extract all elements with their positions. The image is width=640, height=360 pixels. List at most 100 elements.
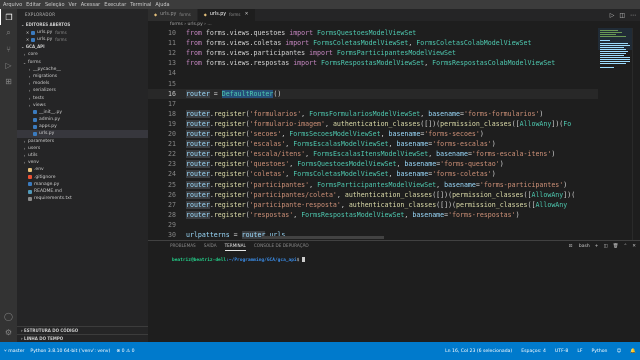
file-item[interactable]: admin.py [17,116,148,123]
outline-header[interactable]: › ESTRUTURA DO CÓDIGO [17,326,148,334]
code-token: basename [436,150,468,159]
account-icon[interactable]: ◯ [0,308,17,324]
maximize-panel-icon[interactable]: ⌃ [623,244,627,249]
menu-item[interactable]: Ver [69,2,77,8]
file-item[interactable]: README.md [17,188,148,195]
close-icon[interactable]: ✕ [25,36,30,43]
tree-item-label: .env [34,167,44,173]
run-debug-icon[interactable]: ▷ [0,57,17,73]
project-header[interactable]: ⌄ GCA_API [17,43,148,51]
terminal-shell-select[interactable]: ⊡ bash [569,244,590,249]
search-icon[interactable]: ⌕ [0,25,17,41]
open-editor-item[interactable]: ✕ urls.py forms [17,36,148,43]
open-editor-item[interactable]: ✕ urls.py forms [17,29,148,36]
tree-item-label: models [33,81,50,87]
code-token: router [186,150,210,159]
file-item[interactable]: apps.py [17,123,148,130]
menu-item[interactable]: Editar [26,2,41,8]
file-item[interactable]: .gitignore [17,174,148,181]
folder-item[interactable]: › migrations [17,73,148,80]
panel-tab[interactable]: PROBLEMAS [170,241,196,251]
panel-tab[interactable]: TERMINAL [224,241,246,251]
indentation[interactable]: Espaços: 4 [521,349,546,354]
folder-item[interactable]: › parameters [17,138,148,145]
python-interpreter[interactable]: Python 3.8.10 64-bit ('venv': venv) [30,349,110,354]
folder-item[interactable]: › utils [17,152,148,159]
line-number: 12 [168,49,176,58]
folder-item[interactable]: › users [17,145,148,152]
tab-active[interactable]: ◆ urls.py forms ✕ [197,9,256,21]
folder-item[interactable]: › serializers [17,87,148,94]
file-item[interactable]: manage.py [17,181,148,188]
panel-tab[interactable]: CONSOLE DE DEPURAÇÃO [254,241,309,251]
line-number: 13 [168,59,176,68]
code-token: FormsSecoesModelViewSet [289,130,381,138]
menu-item[interactable]: Acessar [81,2,101,8]
terminal[interactable]: beatriz@beatriz-dell:~/Programming/GCA/g… [148,251,640,263]
folder-item[interactable]: › models [17,80,148,87]
menu-item[interactable]: Seleção [45,2,65,8]
code-token: import [285,39,314,48]
code-token: router [186,180,210,189]
file-item[interactable]: .env [17,166,148,173]
menu-item[interactable]: Arquivo [3,2,22,8]
new-terminal-icon[interactable]: + [595,244,599,249]
explorer-icon[interactable]: ❐ [0,9,17,25]
code-line: 18 router.register('formularios', FormsFo… [148,109,598,119]
file-item[interactable]: __init__.py [17,109,148,116]
horizontal-scrollbar[interactable] [262,236,384,239]
split-terminal-icon[interactable]: ◫ [603,244,607,249]
chevron-right-icon: › [23,138,26,144]
md-file-icon [28,189,32,194]
close-icon[interactable]: ✕ [245,9,249,21]
folder-item[interactable]: › tests [17,95,148,102]
run-icon[interactable]: ▷ [610,12,615,19]
menu-item[interactable]: Executar [104,2,126,8]
code-token: FormsColetasModelViewSet [313,39,409,48]
close-panel-icon[interactable]: ✕ [632,244,636,249]
panel-tab[interactable]: SAÍDA [204,241,217,251]
bell-icon[interactable]: 🔔 [630,349,636,354]
open-editors-header[interactable]: ⌄ EDITORES ABERTOS [17,21,148,29]
code-token: basename [444,180,476,189]
language-mode[interactable]: Python [592,349,608,354]
code-line: 24 router.register('coletas', FormsColeta… [148,169,598,179]
timeline-header[interactable]: › LINHA DO TEMPO [17,334,148,342]
vertical-scrollbar[interactable] [632,28,640,240]
menu-item[interactable]: Ajuda [155,2,169,8]
problems-count[interactable]: ⊗ 0 ⚠ 0 [116,349,134,354]
tab-inactive[interactable]: ◆ urls.py forms [148,9,198,21]
more-icon[interactable]: ⋯ [630,12,636,19]
panel-tabs: PROBLEMAS SAÍDA TERMINAL CONSOLE DE DEPURAÇ… [148,241,640,251]
folder-item[interactable]: › views [17,102,148,109]
trash-icon[interactable]: 🗑 [613,244,619,249]
file-item[interactable]: urls.py [17,130,148,138]
close-icon[interactable]: ✕ [25,29,30,36]
source-control-icon[interactable]: ⑂ [0,41,17,57]
cursor-position[interactable]: Ln 16, Col 23 (6 selecionada) [445,349,512,354]
end-of-line[interactable]: LF [577,349,582,354]
file-item[interactable]: requirements.txt [17,195,148,202]
folder-item[interactable]: › core [17,51,148,58]
gear-icon[interactable]: ⚙ [0,324,17,340]
open-editor-label: urls.py [37,37,53,43]
folder-item[interactable]: ⌄ forms [17,59,148,66]
minimap[interactable] [598,28,632,240]
encoding[interactable]: UTF-8 [555,349,568,354]
split-editor-icon[interactable]: ◫ [619,12,625,19]
code-token: basename [412,210,445,219]
tree-item-label: urls.py [39,131,55,137]
code-token: AllowAny [535,200,568,209]
code-token: FormsQuestoesModelViewSet [317,29,417,37]
code-editor[interactable]: 10 from forms.views.questoes import Forms… [148,28,598,240]
extensions-icon[interactable]: ⊞ [0,73,17,89]
feedback-icon[interactable]: ☺ [616,349,621,354]
folder-item[interactable]: › __pycache__ [17,66,148,73]
tree-item-label: admin.py [39,117,61,123]
menu-item[interactable]: Terminal [130,2,151,8]
git-branch[interactable]: ⑂ master [4,348,24,354]
code-token: from [186,39,206,48]
folder-item[interactable]: › venv [17,159,148,166]
tab-label: urls.py [209,12,227,17]
breadcrumb[interactable]: forms › urls.py › ... [148,21,640,28]
